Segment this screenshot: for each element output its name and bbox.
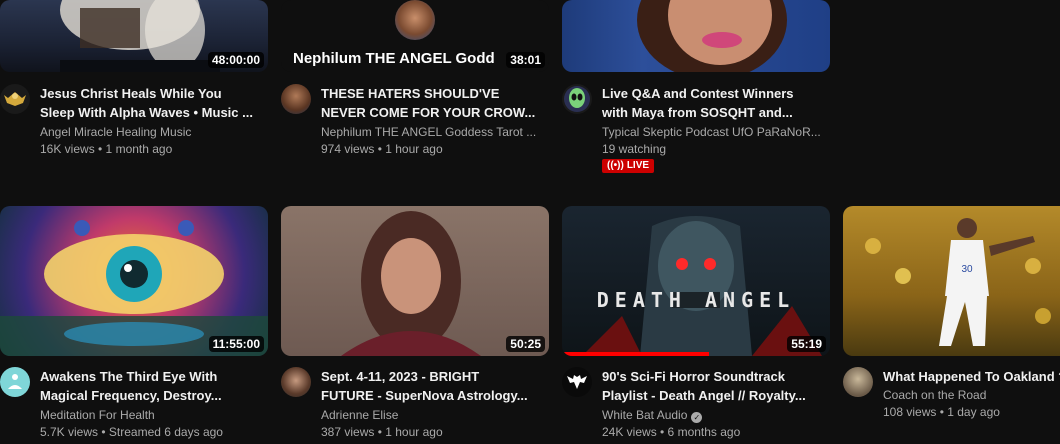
- thumbnail-art: [637, 0, 787, 72]
- live-broadcast-icon: ((•)): [607, 160, 624, 171]
- video-duration: 48:00:00: [207, 52, 264, 68]
- video-stats: 5.7K views • Streamed 6 days ago: [40, 425, 223, 439]
- channel-avatar[interactable]: [843, 367, 873, 397]
- video-stats: 24K views • 6 months ago: [602, 425, 741, 439]
- video-title[interactable]: Awakens The Third Eye With Magical Frequ…: [40, 367, 268, 405]
- video-thumbnail[interactable]: [562, 0, 830, 72]
- channel-name[interactable]: Nephilum THE ANGEL Goddess Tarot ...: [321, 124, 549, 140]
- channel-name[interactable]: Coach on the Road: [883, 387, 1060, 403]
- video-duration: 38:01: [506, 52, 545, 68]
- thumbnail-avatar: [395, 0, 435, 40]
- live-label: LIVE: [626, 160, 650, 171]
- channel-name[interactable]: Angel Miracle Healing Music: [40, 124, 268, 140]
- video-thumbnail[interactable]: DEATH ANGEL 55:19: [562, 206, 830, 356]
- video-thumbnail[interactable]: 48:00:00: [0, 0, 268, 72]
- video-duration: 55:19: [787, 336, 826, 352]
- channel-avatar[interactable]: [0, 84, 30, 114]
- channel-name[interactable]: Meditation For Health: [40, 407, 268, 423]
- watch-progress-bar: [562, 352, 710, 356]
- video-stats: 387 views • 1 hour ago: [321, 425, 443, 439]
- channel-name[interactable]: Adrienne Elise: [321, 407, 549, 423]
- video-duration: 50:25: [506, 336, 545, 352]
- svg-text:30: 30: [961, 264, 973, 275]
- video-stats: 974 views • 1 hour ago: [321, 142, 443, 156]
- thumbnail-overlay-title: DEATH ANGEL: [596, 288, 796, 312]
- video-title[interactable]: Live Q&A and Contest Winners with Maya f…: [602, 84, 830, 122]
- video-stats: 16K views • 1 month ago: [40, 142, 173, 156]
- video-title[interactable]: Jesus Christ Heals While You Sleep With …: [40, 84, 268, 122]
- video-thumbnail[interactable]: Nephilum THE ANGEL Godd 38:01: [281, 0, 549, 72]
- video-title[interactable]: What Happened To Oakland ?: [883, 367, 1060, 386]
- video-title[interactable]: Sept. 4-11, 2023 - BRIGHT FUTURE - Super…: [321, 367, 549, 405]
- meditation-icon: [8, 374, 22, 389]
- live-badge: ((•)) LIVE: [602, 159, 655, 173]
- thumbnail-art: [341, 211, 481, 356]
- channel-avatar[interactable]: [281, 367, 311, 397]
- channel-avatar[interactable]: [0, 367, 30, 397]
- video-thumbnail[interactable]: 11:55:00: [0, 206, 268, 356]
- thumbnail-art: 30: [865, 218, 1051, 346]
- channel-name[interactable]: White Bat Audio ✓: [602, 407, 830, 423]
- thumbnail-art: [582, 216, 822, 356]
- angel-wings-icon: [4, 92, 26, 106]
- channel-avatar[interactable]: [281, 84, 311, 114]
- channel-avatar[interactable]: [562, 367, 592, 397]
- video-title[interactable]: THESE HATERS SHOULD'VE NEVER COME FOR YO…: [321, 84, 549, 122]
- verified-check-icon: ✓: [691, 412, 703, 423]
- video-thumbnail[interactable]: 50:25: [281, 206, 549, 356]
- video-stats: 108 views • 1 day ago: [883, 405, 1000, 419]
- bat-icon: [567, 375, 587, 389]
- video-thumbnail[interactable]: 30: [843, 206, 1060, 356]
- channel-avatar[interactable]: [562, 84, 592, 114]
- video-stats: 19 watching: [602, 142, 667, 156]
- thumbnail-art: [0, 220, 268, 356]
- thumbnail-overlay-title: Nephilum THE ANGEL Godd: [293, 50, 495, 67]
- alien-icon: [564, 86, 590, 112]
- video-title[interactable]: 90's Sci-Fi Horror Soundtrack Playlist -…: [602, 367, 830, 405]
- video-duration: 11:55:00: [208, 336, 264, 352]
- channel-name[interactable]: Typical Skeptic Podcast UfO PaRaNoR...: [602, 124, 830, 140]
